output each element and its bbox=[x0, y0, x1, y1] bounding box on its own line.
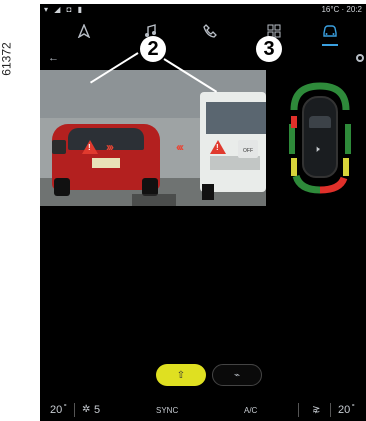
figure-reference: 61372 bbox=[0, 40, 18, 80]
sync-button[interactable]: SYNC bbox=[156, 406, 178, 415]
front-camera-button[interactable]: ⌁ bbox=[212, 364, 262, 386]
vehicle-top-view: 🕨 bbox=[302, 96, 338, 178]
callout-3: 3 bbox=[256, 36, 282, 62]
right-alert-chevrons: ‹‹‹ bbox=[176, 140, 184, 154]
right-warning-icon: ! bbox=[210, 140, 226, 154]
truck-wheel bbox=[202, 184, 214, 200]
navigation-arrow-icon[interactable] bbox=[70, 20, 98, 42]
camera-mode-icon[interactable] bbox=[52, 140, 66, 154]
left-temperature[interactable]: 20 ̊ bbox=[50, 404, 65, 416]
figure-reference-number: 61372 bbox=[0, 42, 14, 76]
ac-button[interactable]: A/C bbox=[244, 406, 257, 415]
rear-cross-traffic-alert-icon[interactable]: OFF bbox=[238, 140, 258, 158]
car-icon[interactable] bbox=[316, 20, 344, 42]
camera-icon: ⌁ bbox=[233, 369, 241, 381]
divider bbox=[298, 403, 299, 417]
left-warning-icon: ! bbox=[82, 140, 98, 154]
back-arrow-icon[interactable]: ← bbox=[48, 52, 59, 64]
status-bar: ▾ ◢ ◘ ▮ 16°C · 20:2 bbox=[40, 4, 366, 16]
vehicle-windshield bbox=[309, 116, 331, 128]
settings-gear-icon[interactable] bbox=[356, 54, 364, 62]
active-tab-indicator bbox=[322, 44, 338, 46]
callout-2: 2 bbox=[140, 36, 166, 62]
top-navigation bbox=[40, 16, 366, 48]
divider bbox=[74, 403, 75, 417]
mute-sound-icon[interactable]: 🕨 bbox=[314, 144, 320, 155]
phone-icon[interactable] bbox=[196, 20, 224, 42]
left-alert-chevrons: ››› bbox=[106, 140, 114, 154]
climate-bar: 20 ̊ ✲ 5 SYNC A/C ⋧ 20 ̊ bbox=[40, 399, 366, 421]
rear-camera-icon: ⇧ bbox=[176, 369, 186, 381]
fan-icon[interactable]: ✲ bbox=[82, 404, 90, 415]
fan-level[interactable]: 5 bbox=[94, 404, 100, 416]
multimedia-screen: ▾ ◢ ◘ ▮ 16°C · 20:2 ← ! ››› ‹‹‹ ! OFF 2 … bbox=[40, 4, 366, 421]
right-temperature[interactable]: 20 ̊ bbox=[338, 404, 353, 416]
camera-selector: ⇧ ⌁ bbox=[156, 364, 276, 386]
rear-camera-view: ! ››› ‹‹‹ ! OFF bbox=[40, 70, 266, 206]
sub-toolbar: ← bbox=[40, 48, 366, 70]
seat-heating-icon[interactable]: ⋧ bbox=[312, 404, 320, 415]
temperature-time: 16°C · 20:2 bbox=[321, 5, 362, 14]
rear-camera-button[interactable]: ⇧ bbox=[156, 364, 206, 386]
truck-grille bbox=[210, 156, 260, 170]
truck-windshield bbox=[206, 102, 266, 134]
red-car-wheel-left bbox=[54, 178, 70, 196]
manual-figure: 61372 ▾ ◢ ◘ ▮ 16°C · 20:2 ← ! ››› ‹‹‹ ! … bbox=[0, 0, 366, 421]
red-car-license-plate bbox=[92, 158, 120, 168]
divider bbox=[330, 403, 331, 417]
camera-center-marker bbox=[132, 194, 176, 206]
status-icons: ▾ ◢ ◘ ▮ bbox=[44, 5, 85, 14]
parking-sensor-display: 🕨 bbox=[286, 80, 354, 196]
